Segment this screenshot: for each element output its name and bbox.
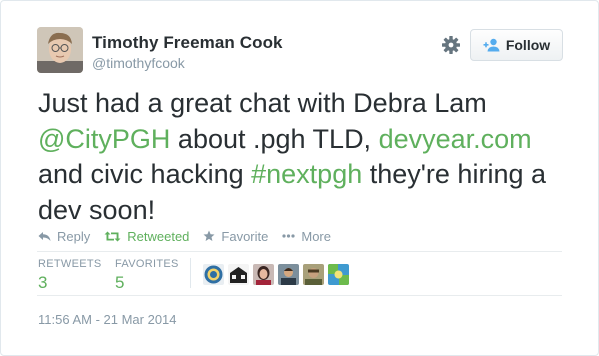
stats-separator [190,258,191,288]
more-button[interactable]: More [282,229,331,244]
timestamp[interactable]: 11:56 AM - 21 Mar 2014 [38,312,177,327]
favorites-stat[interactable]: FAVORITES 5 [115,258,179,293]
favoriter-avatar[interactable] [278,264,299,285]
add-user-icon [483,38,500,52]
retweet-icon [104,231,121,241]
favorites-count: 5 [115,273,125,292]
favoriter-avatar[interactable] [328,264,349,285]
retweet-label: Retweeted [127,228,190,244]
divider [37,295,562,296]
hashtag-link[interactable]: #nextpgh [251,159,362,189]
more-label: More [301,228,331,244]
divider [37,251,562,252]
user-handle[interactable]: @timothyfcook [92,55,185,71]
favoriter-avatar[interactable] [303,264,324,285]
tweet-text-part: Just had a great chat with Debra Lam [38,88,487,118]
reply-button[interactable]: Reply [38,229,90,244]
favorites-label: FAVORITES [115,258,179,270]
reply-icon [38,231,51,241]
avatar[interactable] [37,27,83,73]
tweet-text: Just had a great chat with Debra Lam @Ci… [38,86,578,228]
star-icon [203,230,215,241]
user-name[interactable]: Timothy Freeman Cook [92,33,283,53]
favoriter-avatar[interactable] [253,264,274,285]
favorite-button[interactable]: Favorite [203,229,268,244]
reply-label: Reply [57,228,91,244]
tweet-card: Timothy Freeman Cook @timothyfcook Follo… [0,0,599,356]
tweet-text-part: about .pgh TLD, [170,123,379,154]
tweet-text-part: and civic hacking [38,159,252,189]
favoriter-avatar[interactable] [203,264,224,285]
favorite-label: Favorite [221,228,269,244]
mention-link[interactable]: @CityPGH [38,124,170,154]
tweet-actions: Reply Retweeted Favorite More [38,227,345,245]
ellipsis-icon [282,234,295,238]
favoriter-avatar[interactable] [228,264,249,285]
retweets-count: 3 [38,273,48,292]
favoriters-avatars [203,264,349,285]
follow-label: Follow [505,37,551,53]
follow-button[interactable]: Follow [470,29,563,61]
url-link[interactable]: devyear.com [379,124,532,154]
retweets-stat[interactable]: RETWEETS 3 [38,258,102,293]
retweets-label: RETWEETS [38,258,102,270]
gear-icon[interactable] [441,35,461,55]
retweet-button[interactable]: Retweeted [104,229,189,244]
